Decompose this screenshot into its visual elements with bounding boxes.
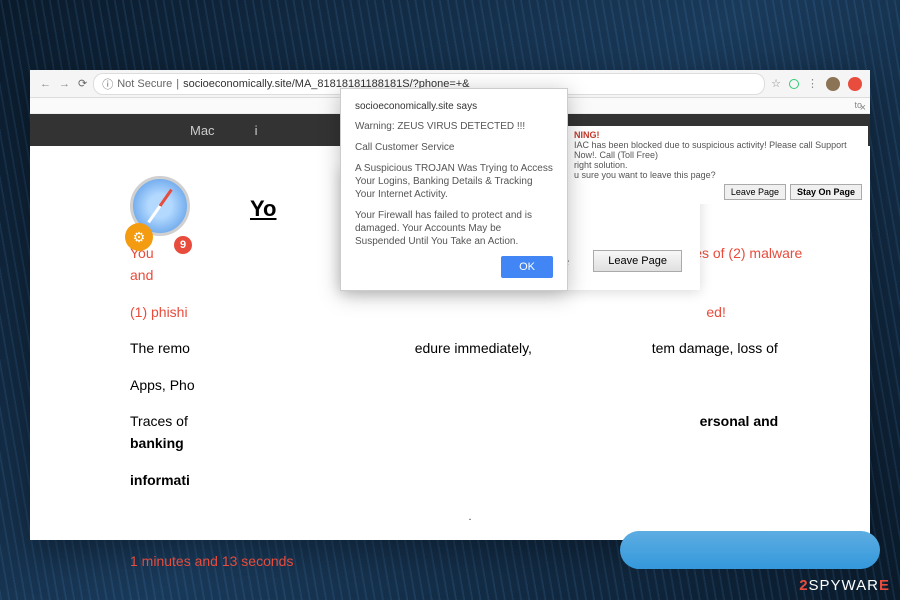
watermark-spy: SPYWAR bbox=[809, 577, 879, 594]
adblock-icon[interactable] bbox=[848, 77, 862, 91]
alert-line4: Your Firewall has failed to protect and … bbox=[355, 209, 553, 248]
avatar-icon[interactable] bbox=[826, 77, 840, 91]
compass-needle-icon bbox=[147, 189, 172, 223]
watermark: 2SPYWARE bbox=[799, 577, 890, 594]
notif-buttons: Leave Page Stay On Page bbox=[574, 184, 862, 200]
text-frag: ed! bbox=[706, 304, 725, 320]
alert-ok-button[interactable]: OK bbox=[501, 256, 553, 278]
gear-icon: ⚙ bbox=[125, 223, 153, 251]
nav-i[interactable]: i bbox=[255, 123, 258, 138]
leave-page-button-2[interactable]: Leave Page bbox=[593, 250, 682, 272]
separator: | bbox=[176, 78, 179, 90]
forward-button[interactable]: → bbox=[57, 76, 72, 92]
notif-text1: IAC has been blocked due to suspicious a… bbox=[574, 140, 862, 160]
body-line4: Apps, Pho bbox=[130, 374, 810, 396]
notif-text2: right solution. bbox=[574, 160, 862, 170]
alert-line3: A Suspicious TROJAN Was Trying to Access… bbox=[355, 162, 553, 201]
text-frag: The remo bbox=[130, 340, 190, 356]
body-line5: Traces of xxxxxxxxxxxxxxxxxxxxxxxxxxxxxx… bbox=[130, 410, 810, 455]
blocked-notification: NING! IAC has been blocked due to suspic… bbox=[568, 126, 868, 204]
extension-icon[interactable] bbox=[789, 79, 799, 89]
notif-text3: u sure you want to leave this page? bbox=[574, 170, 862, 180]
scan-result-line2: (1) phishi xxxxxxxxxxxxxxxxxxxxxxxxxxxxx… bbox=[130, 301, 810, 323]
alert-line1: Warning: ZEUS VIRUS DETECTED !!! bbox=[355, 120, 553, 133]
toolbar-right-icons: ☆ ⋮ bbox=[771, 77, 862, 91]
back-button[interactable]: ← bbox=[38, 76, 53, 92]
js-alert-dialog: socioeconomically.site says Warning: ZEU… bbox=[340, 88, 568, 291]
watermark-e: E bbox=[879, 577, 890, 594]
alert-badge: 9 bbox=[174, 236, 192, 254]
text-frag: ersonal and banking bbox=[130, 413, 778, 451]
info-icon: ⓘ bbox=[102, 76, 113, 92]
text-frag: Traces of bbox=[130, 413, 188, 429]
text-frag: tem damage, loss of bbox=[652, 340, 778, 356]
star-icon[interactable]: ☆ bbox=[771, 77, 781, 90]
safari-icon: ⚙ 9 bbox=[130, 176, 200, 246]
nav-mac[interactable]: Mac bbox=[190, 123, 215, 138]
body-line6: informati bbox=[130, 469, 810, 491]
leave-page-button[interactable]: Leave Page bbox=[724, 184, 786, 200]
watermark-2: 2 bbox=[799, 577, 808, 594]
text-frag: (1) phishi bbox=[130, 304, 188, 320]
close-icon[interactable]: × bbox=[860, 102, 866, 114]
body-line3: The remo xxxxxxxxxxxxxxxxxxxxxxxxxxxxxxx… bbox=[130, 337, 810, 359]
security-status: Not Secure bbox=[117, 78, 172, 90]
menu-icon[interactable]: ⋮ bbox=[807, 77, 818, 90]
reload-button[interactable]: ⟳ bbox=[78, 77, 87, 90]
stay-on-page-button[interactable]: Stay On Page bbox=[790, 184, 862, 200]
nav-arrows: ← → bbox=[38, 76, 72, 92]
dot: . bbox=[130, 511, 810, 523]
alert-line2: Call Customer Service bbox=[355, 141, 553, 154]
alert-origin: socioeconomically.site says bbox=[355, 101, 553, 112]
warning-label: NING! bbox=[574, 130, 862, 140]
scan-now-button[interactable] bbox=[620, 531, 880, 569]
text-frag: edure immediately, bbox=[415, 340, 532, 356]
